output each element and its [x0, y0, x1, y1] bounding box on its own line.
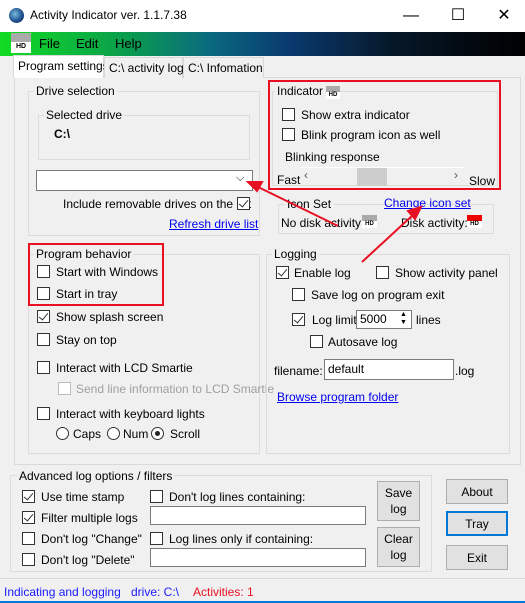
annotation-arrow-right — [361, 213, 415, 263]
annotation-arrows — [245, 181, 423, 263]
annotation-arrow-left — [255, 185, 339, 227]
